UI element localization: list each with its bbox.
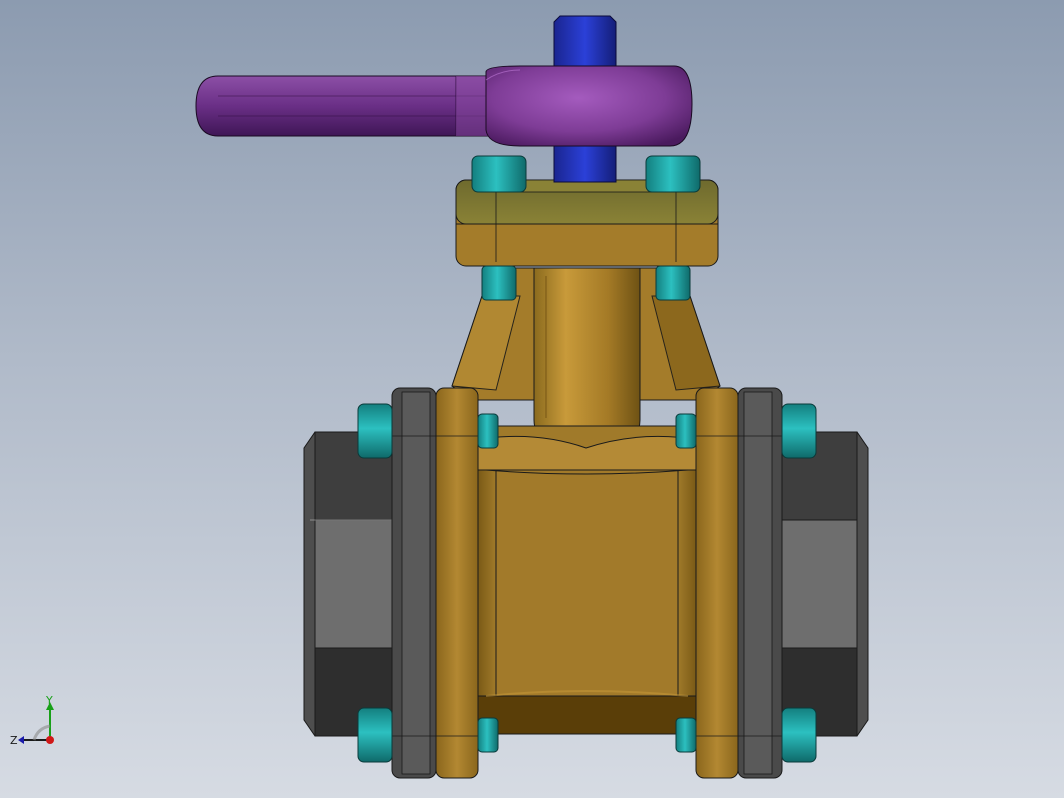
z-axis-arrow	[18, 736, 24, 744]
view-orientation-triad: Y Z	[8, 694, 72, 760]
flange-left[interactable]	[391, 387, 479, 779]
x-axis-origin-dot	[46, 736, 54, 744]
end-cap-left[interactable]	[303, 431, 393, 737]
graphics-viewport[interactable]: Y Z	[0, 0, 1064, 798]
end-cap-right[interactable]	[779, 431, 869, 737]
bonnet[interactable]	[455, 179, 719, 267]
valve-body[interactable]	[473, 425, 701, 735]
z-axis-label: Z	[10, 734, 18, 747]
handle[interactable]	[195, 65, 693, 147]
y-axis-label: Y	[45, 696, 53, 707]
valve-3d-model[interactable]	[0, 0, 1064, 798]
flange-right[interactable]	[695, 387, 783, 779]
